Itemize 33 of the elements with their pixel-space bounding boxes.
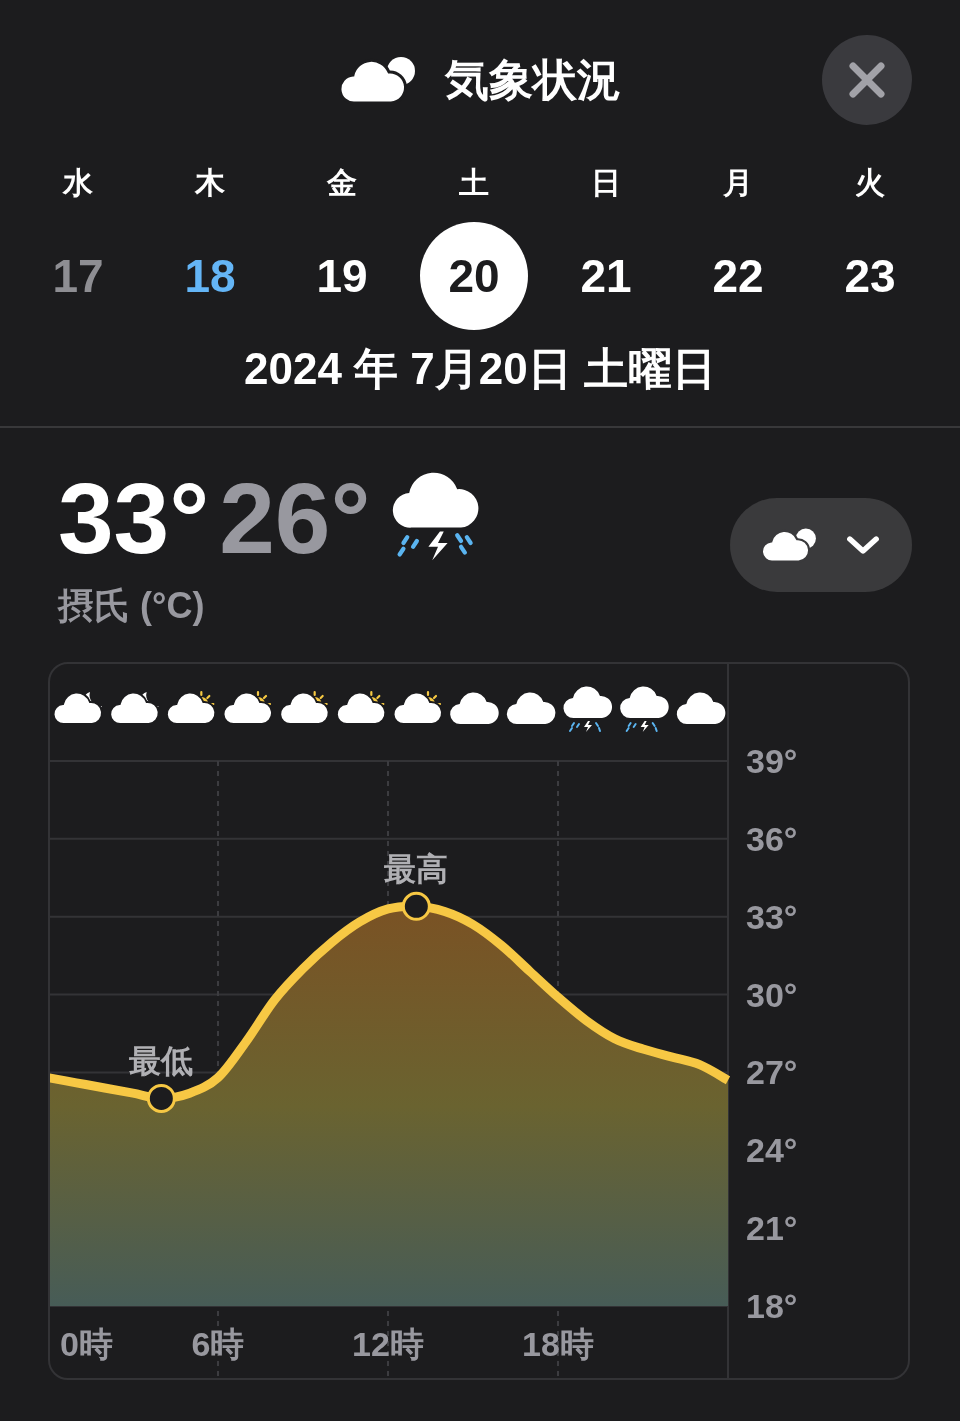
y-axis-label: 39°	[746, 742, 798, 780]
day-button[interactable]: 17	[24, 222, 132, 330]
weekday-label: 金	[327, 165, 357, 201]
x-axis-label: 6時	[191, 1325, 245, 1363]
day-button[interactable]: 18	[156, 222, 264, 330]
day-button[interactable]: 23	[816, 222, 924, 330]
low-temperature: 26°	[219, 468, 371, 568]
annotation-label: 最低	[129, 1043, 194, 1080]
unit-label: 摂氏 (°C)	[58, 584, 206, 628]
selected-date: 2024 年 7月20日 土曜日	[244, 343, 716, 395]
y-axis-label: 36°	[746, 819, 798, 858]
weekday-label: 木	[195, 165, 225, 201]
day-button[interactable]: 20	[420, 222, 528, 330]
annotation-label: 最高	[384, 851, 449, 888]
y-axis-label: 30°	[746, 975, 798, 1014]
weekday-label: 火	[855, 165, 885, 201]
y-axis-label: 21°	[746, 1209, 798, 1248]
y-axis-label: 24°	[746, 1131, 798, 1170]
day-button[interactable]: 21	[552, 222, 660, 330]
x-axis-label: 12時	[352, 1325, 424, 1363]
weekday-label: 土	[459, 165, 489, 201]
y-axis-label: 18°	[746, 1287, 798, 1325]
day-button[interactable]: 22	[684, 222, 792, 330]
x-axis-label: 18時	[522, 1325, 594, 1363]
day-button[interactable]: 19	[288, 222, 396, 330]
weekday-label: 月	[723, 165, 753, 201]
weekday-label: 日	[591, 165, 621, 201]
y-axis-label: 33°	[746, 897, 798, 936]
y-axis-label: 27°	[746, 1053, 798, 1092]
high-temperature: 33°	[58, 468, 210, 568]
x-axis-label: 0時	[60, 1325, 113, 1363]
weekday-label: 水	[63, 165, 93, 201]
dialog-title: 気象状況	[445, 53, 621, 106]
